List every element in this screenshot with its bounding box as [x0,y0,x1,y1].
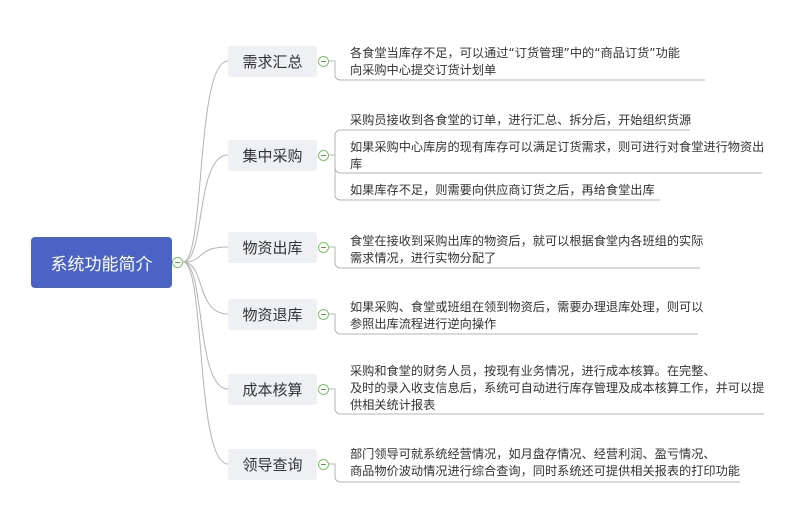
branch-collapse-icon[interactable] [318,150,329,161]
branch-label: 领导查询 [242,456,303,474]
leaf-topic[interactable]: 采购和食堂的财务人员，按现有业务情况，进行成本核算。在完整、 及时的录入收支信息… [350,363,764,414]
leaf-line: 向采购中心提交订货计划单 [350,63,497,77]
leaf-line: 需求情况，进行实物分配了 [350,251,497,265]
root-branch-connector [182,154,229,263]
leaf-line: 如果采购、食堂或班组在领到物资后，需要办理退库处理，则可以 [350,300,704,314]
leaf-topic[interactable]: 如果库存不足，则需要向供应商订货之后，再给食堂出库 [350,182,655,199]
branch-node-demand-summary[interactable]: 需求汇总 [228,46,317,77]
branch-leaf-connector [329,463,343,483]
root-branch-connector [182,60,229,263]
branch-leaf-connector [329,60,343,81]
branch-collapse-icon[interactable] [318,56,329,67]
branch-node-leader-query[interactable]: 领导查询 [228,449,317,480]
branch-leaf-connector [329,313,343,335]
branch-node-stock-return[interactable]: 物资退库 [228,299,317,330]
leaf-line: 采购员接收到各食堂的订单，进行汇总、拆分后，开始组织货源 [350,113,692,127]
leaf-line: 供相关统计报表 [350,398,436,412]
branch-label: 成本核算 [242,381,303,399]
branch-leaf-connector [329,154,343,201]
leaf-line: 部门领导可就系统经营情况，如月盘存情况、经营利润、盈亏情况、 [350,447,716,461]
leaf-line: 及时的录入收支信息后，系统可自动进行库存管理及成本核算工作，并可以提 [350,381,765,395]
leaf-topic[interactable]: 各食堂当库存不足，可以通过“订货管理”中的“商品订货”功能 向采购中心提交订货计… [350,45,680,79]
branch-node-stock-out[interactable]: 物资出库 [228,232,317,263]
branch-leaf-connector [329,154,343,174]
leaf-line: 食堂在接收到采购出库的物资后，就可以根据食堂内各班组的实际 [350,234,704,248]
leaf-line: 参照出库流程进行逆向操作 [350,317,497,331]
root-branch-connector [182,261,229,390]
root-label: 系统功能简介 [50,255,153,275]
leaf-line: 商品物价波动情况进行综合查询，同时系统还可提供相关报表的打印功能 [350,464,740,478]
leaf-line: 如果采购中心库房的现有库存可以满足订货需求，则可进行对食堂进行物资出 [350,140,765,154]
branch-label: 物资退库 [242,306,303,324]
leaf-topic[interactable]: 采购员接收到各食堂的订单，进行汇总、拆分后，开始组织货源 [350,112,691,129]
branch-node-cost-accounting[interactable]: 成本核算 [228,374,317,405]
branch-collapse-icon[interactable] [318,242,329,253]
leaf-topic[interactable]: 食堂在接收到采购出库的物资后，就可以根据食堂内各班组的实际 需求情况，进行实物分… [350,233,703,267]
branch-leaf-connector [329,129,343,156]
branch-leaf-connector [329,388,343,415]
root-node[interactable]: 系统功能简介 [31,237,172,288]
leaf-topic[interactable]: 部门领导可就系统经营情况，如月盘存情况、经营利润、盈亏情况、 商品物价波动情况进… [350,446,740,480]
leaf-line: 各食堂当库存不足，可以通过“订货管理”中的“商品订货”功能 [350,46,680,60]
leaf-line: 库 [350,157,363,171]
branch-collapse-icon[interactable] [318,459,329,470]
branch-collapse-icon[interactable] [318,384,329,395]
leaf-line: 如果库存不足，则需要向供应商订货之后，再给食堂出库 [350,183,655,197]
branch-leaf-connector [329,246,343,269]
branch-label: 物资出库 [242,239,303,257]
branch-label: 集中采购 [242,147,303,165]
root-branch-connector [182,261,229,465]
branch-node-central-purchasing[interactable]: 集中采购 [228,140,317,171]
leaf-topic[interactable]: 如果采购、食堂或班组在领到物资后，需要办理退库处理，则可以 参照出库流程进行逆向… [350,299,703,333]
leaf-topic[interactable]: 如果采购中心库房的现有库存可以满足订货需求，则可进行对食堂进行物资出 库 [350,139,764,173]
leaf-line: 采购和食堂的财务人员，按现有业务情况，进行成本核算。在完整、 [350,364,716,378]
branch-collapse-icon[interactable] [318,309,329,320]
branch-label: 需求汇总 [242,53,303,71]
root-collapse-icon[interactable] [172,257,183,268]
